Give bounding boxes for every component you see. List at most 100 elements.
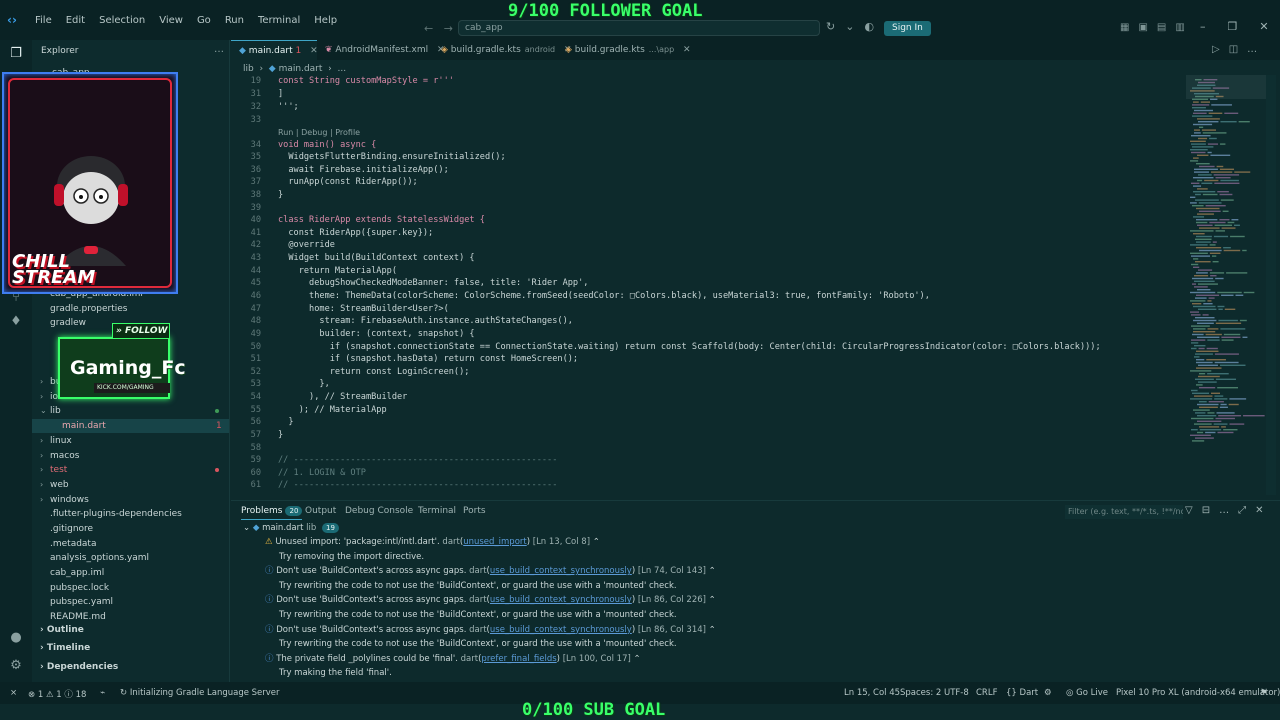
more-actions-icon[interactable]: …: [1219, 505, 1229, 516]
collapse-all-icon[interactable]: ⊟: [1202, 505, 1210, 516]
folder-item[interactable]: › linux: [40, 434, 72, 448]
toggle-panel-icon[interactable]: ▤: [1157, 22, 1166, 33]
minimap[interactable]: [1186, 75, 1266, 475]
file-item[interactable]: .flutter-plugins-dependencies: [40, 507, 182, 521]
tab-terminal[interactable]: Terminal: [418, 506, 456, 516]
cursor-position[interactable]: Ln 15, Col 45: [844, 688, 900, 698]
dependencies-section[interactable]: › Dependencies: [40, 662, 118, 672]
file-item[interactable]: pubspec.yaml: [40, 595, 113, 609]
menu-file[interactable]: File: [35, 15, 52, 26]
indentation[interactable]: Spaces: 2: [900, 688, 941, 698]
menu-view[interactable]: View: [159, 15, 183, 26]
outline-section[interactable]: › Outline: [40, 625, 84, 635]
minimap-viewport[interactable]: [1186, 75, 1266, 99]
chevron-down-icon[interactable]: ⌄: [845, 20, 854, 33]
problem-code-link[interactable]: prefer_final_fields: [481, 654, 556, 664]
file-item[interactable]: .gitignore: [40, 522, 93, 536]
chevron-up-icon[interactable]: ⌃: [590, 537, 600, 547]
problem-row[interactable]: ⓘ Don't use 'BuildContext's across async…: [265, 623, 716, 637]
file-item[interactable]: main.dart 1: [52, 419, 222, 433]
menu-terminal[interactable]: Terminal: [258, 15, 300, 26]
end-of-line[interactable]: CRLF: [976, 688, 997, 698]
run-debug-icon[interactable]: ▷: [1212, 44, 1220, 55]
toggle-sidebar-icon[interactable]: ▣: [1138, 22, 1147, 33]
tab-problems[interactable]: Problems 20: [241, 506, 303, 520]
tab-build-gradle-android[interactable]: ◈ build.gradle.kts android ✕: [435, 40, 572, 60]
problem-hint[interactable]: Try rewriting the code to not use the 'B…: [279, 637, 677, 651]
tab-ports[interactable]: Ports: [463, 506, 486, 516]
close-panel-icon[interactable]: ✕: [1255, 505, 1263, 516]
encoding[interactable]: UTF-8: [944, 688, 969, 698]
command-center[interactable]: cab_app: [458, 20, 820, 36]
account-icon[interactable]: ●: [8, 630, 24, 646]
gear-icon[interactable]: ⚙: [8, 658, 24, 674]
more-actions-icon[interactable]: …: [214, 44, 224, 55]
breadcrumb-symbol[interactable]: ...: [337, 64, 346, 74]
problem-hint[interactable]: Try rewriting the code to not use the 'B…: [279, 579, 677, 593]
problem-code-link[interactable]: use_build_context_synchronously: [490, 595, 632, 605]
folder-item[interactable]: › macos: [40, 449, 79, 463]
problem-hint[interactable]: Try rewriting the code to not use the 'B…: [279, 608, 677, 622]
problem-code-link[interactable]: unused_import: [463, 537, 527, 547]
tab-android-manifest[interactable]: ❦ AndroidManifest.xml ✕: [319, 40, 445, 60]
menu-edit[interactable]: Edit: [66, 15, 85, 26]
problem-hint[interactable]: Try removing the import directive.: [279, 550, 424, 564]
folder-item[interactable]: ⌄ lib: [40, 404, 61, 418]
problems-file-group[interactable]: ⌄ ◆ main.dart lib 19: [243, 521, 339, 535]
broadcast-icon[interactable]: ⌁: [100, 688, 105, 698]
folder-item[interactable]: › test: [40, 463, 67, 477]
chevron-up-icon[interactable]: ⌃: [631, 654, 640, 664]
file-item[interactable]: gradle.properties: [40, 302, 127, 316]
tab-main-dart[interactable]: ◆ main.dart 1 ✕: [231, 40, 318, 60]
codelens-run-debug[interactable]: Run | Debug | Profile: [278, 128, 360, 137]
menu-help[interactable]: Help: [314, 15, 337, 26]
file-item[interactable]: pubspec.lock: [40, 581, 109, 595]
problem-row[interactable]: ⓘ The private field _polylines could be …: [265, 652, 641, 666]
breadcrumb-file[interactable]: main.dart: [279, 64, 323, 74]
chevron-up-icon[interactable]: ⌃: [706, 625, 716, 635]
split-editor-icon[interactable]: ◫: [1229, 44, 1238, 55]
menu-run[interactable]: Run: [225, 15, 244, 26]
forward-arrow-icon[interactable]: →: [444, 22, 453, 35]
problems-summary[interactable]: ⊗ 1 ⚠ 1 ⓘ 18: [28, 688, 86, 700]
editor-scrollbar[interactable]: [1266, 75, 1276, 495]
sign-in-button[interactable]: Sign In: [884, 21, 931, 36]
maximize-panel-icon[interactable]: ⤢: [1238, 505, 1246, 516]
go-live-button[interactable]: ◎ Go Live: [1066, 688, 1108, 698]
back-arrow-icon[interactable]: ←: [424, 22, 433, 35]
problem-row[interactable]: ⓘ Don't use 'BuildContext's across async…: [265, 564, 716, 578]
filter-icon[interactable]: ▽: [1185, 505, 1193, 516]
restore-icon[interactable]: ❐: [1228, 20, 1238, 33]
copilot-icon[interactable]: ↻: [826, 20, 835, 33]
file-item[interactable]: README.md: [40, 610, 106, 624]
breadcrumb-folder[interactable]: lib: [243, 64, 254, 74]
explorer-icon[interactable]: ❐: [8, 46, 24, 62]
problems-filter-input[interactable]: Filter (e.g. text, **/*.ts, !**/nod...: [1065, 505, 1183, 519]
menu-go[interactable]: Go: [197, 15, 211, 26]
code-editor[interactable]: 19 const String customMapStyle = r''' 31] 3…: [231, 75, 1186, 495]
file-item[interactable]: analysis_options.yaml: [40, 551, 149, 565]
minimize-icon[interactable]: –: [1200, 20, 1206, 33]
timeline-section[interactable]: › Timeline: [40, 643, 90, 653]
tab-output[interactable]: Output: [305, 506, 336, 516]
problem-hint[interactable]: Try making the field 'final'.: [279, 666, 392, 680]
folder-item[interactable]: › windows: [40, 493, 89, 507]
more-actions-icon[interactable]: …: [1247, 44, 1257, 55]
problem-row[interactable]: ⚠ Unused import: 'package:intl/intl.dart…: [265, 535, 600, 549]
file-item[interactable]: .metadata: [40, 537, 96, 551]
folder-item[interactable]: › web: [40, 478, 69, 492]
tab-build-gradle-app[interactable]: ◈ build.gradle.kts ...\app ✕: [561, 40, 691, 60]
chevron-up-icon[interactable]: ⌃: [706, 595, 716, 605]
account-status-icon[interactable]: ◐: [864, 20, 874, 33]
notifications-bell-icon[interactable]: ⚑: [1260, 688, 1268, 698]
layout-customize-icon[interactable]: ▦: [1120, 22, 1129, 33]
debug-icon[interactable]: ⚙: [1044, 688, 1052, 698]
device-selector[interactable]: Pixel 10 Pro XL (android-x64 emulator): [1116, 688, 1280, 698]
remote-icon[interactable]: ⨯: [10, 688, 17, 698]
problem-code-link[interactable]: use_build_context_synchronously: [490, 625, 632, 635]
chevron-up-icon[interactable]: ⌃: [706, 566, 716, 576]
flutter-devtools-icon[interactable]: ♦: [8, 314, 24, 330]
close-window-icon[interactable]: ✕: [1259, 20, 1268, 33]
problem-code-link[interactable]: use_build_context_synchronously: [490, 566, 632, 576]
close-icon[interactable]: ✕: [310, 46, 318, 56]
